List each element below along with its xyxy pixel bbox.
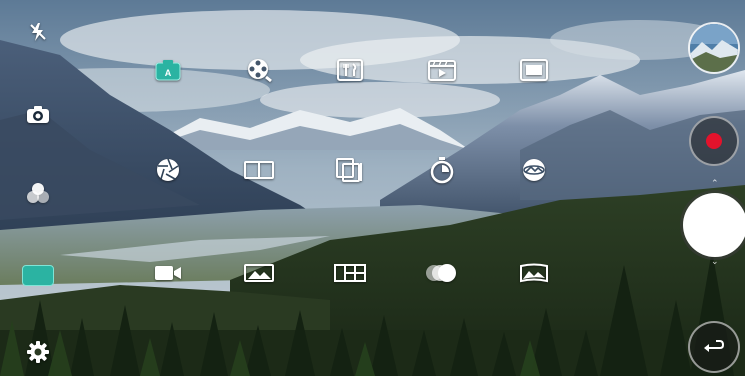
record-icon [706,133,722,149]
back-button[interactable] [688,321,740,373]
mode-manual-video[interactable] [133,258,203,318]
back-icon [704,340,725,352]
video-camera-icon [155,266,181,280]
switch-camera-button[interactable] [21,98,55,132]
food-utensils-icon [337,59,363,81]
overlap-circles-icon [426,264,456,282]
gallery-thumbnail[interactable] [688,22,740,74]
auto-camera-icon: A [155,60,181,81]
record-button[interactable] [689,116,739,166]
mode-match-shot[interactable] [315,155,385,215]
aperture-icon [157,158,179,181]
flash-off-button[interactable] [21,15,55,49]
mode-frame[interactable] [499,55,569,115]
mode-snap[interactable] [224,155,294,215]
mode-movie[interactable] [407,55,477,115]
mode-photo[interactable] [224,258,294,318]
mode-toggle-button[interactable] [22,265,54,286]
filter-button[interactable] [21,176,55,210]
mode-360-panorama[interactable] [499,155,569,215]
mode-panorama[interactable] [499,258,569,318]
landscape-photo-icon [244,264,274,282]
film-reel-icon [248,59,272,83]
mode-manual-camera[interactable] [133,155,203,215]
camera-viewfinder[interactable]: A ⌃ ⌄ [0,0,745,376]
settings-icon [27,341,49,363]
mode-multi-view[interactable] [407,258,477,318]
frame-icon [520,59,548,81]
grid-icon [334,264,366,282]
panorama-icon [520,263,548,283]
mode-grid-shot[interactable] [315,258,385,318]
chevron-down-icon: ⌄ [711,256,719,266]
split-frame-icon [244,161,274,179]
panorama-360-icon [523,159,545,181]
clapperboard-play-icon [428,60,456,81]
chevron-up-icon: ⌃ [711,178,719,188]
mode-food[interactable] [315,55,385,115]
mode-slo-mo[interactable] [224,55,294,115]
mode-auto[interactable]: A [133,55,203,115]
flash-off-icon [30,23,46,41]
filter-icon [27,183,49,203]
switch-camera-icon [27,106,49,123]
settings-button[interactable] [21,335,55,369]
timer-icon [430,157,454,184]
mode-time-lapse[interactable] [407,155,477,215]
multi-frame-icon [336,158,362,182]
shutter-button[interactable] [683,193,745,257]
svg-text:A: A [165,68,172,78]
